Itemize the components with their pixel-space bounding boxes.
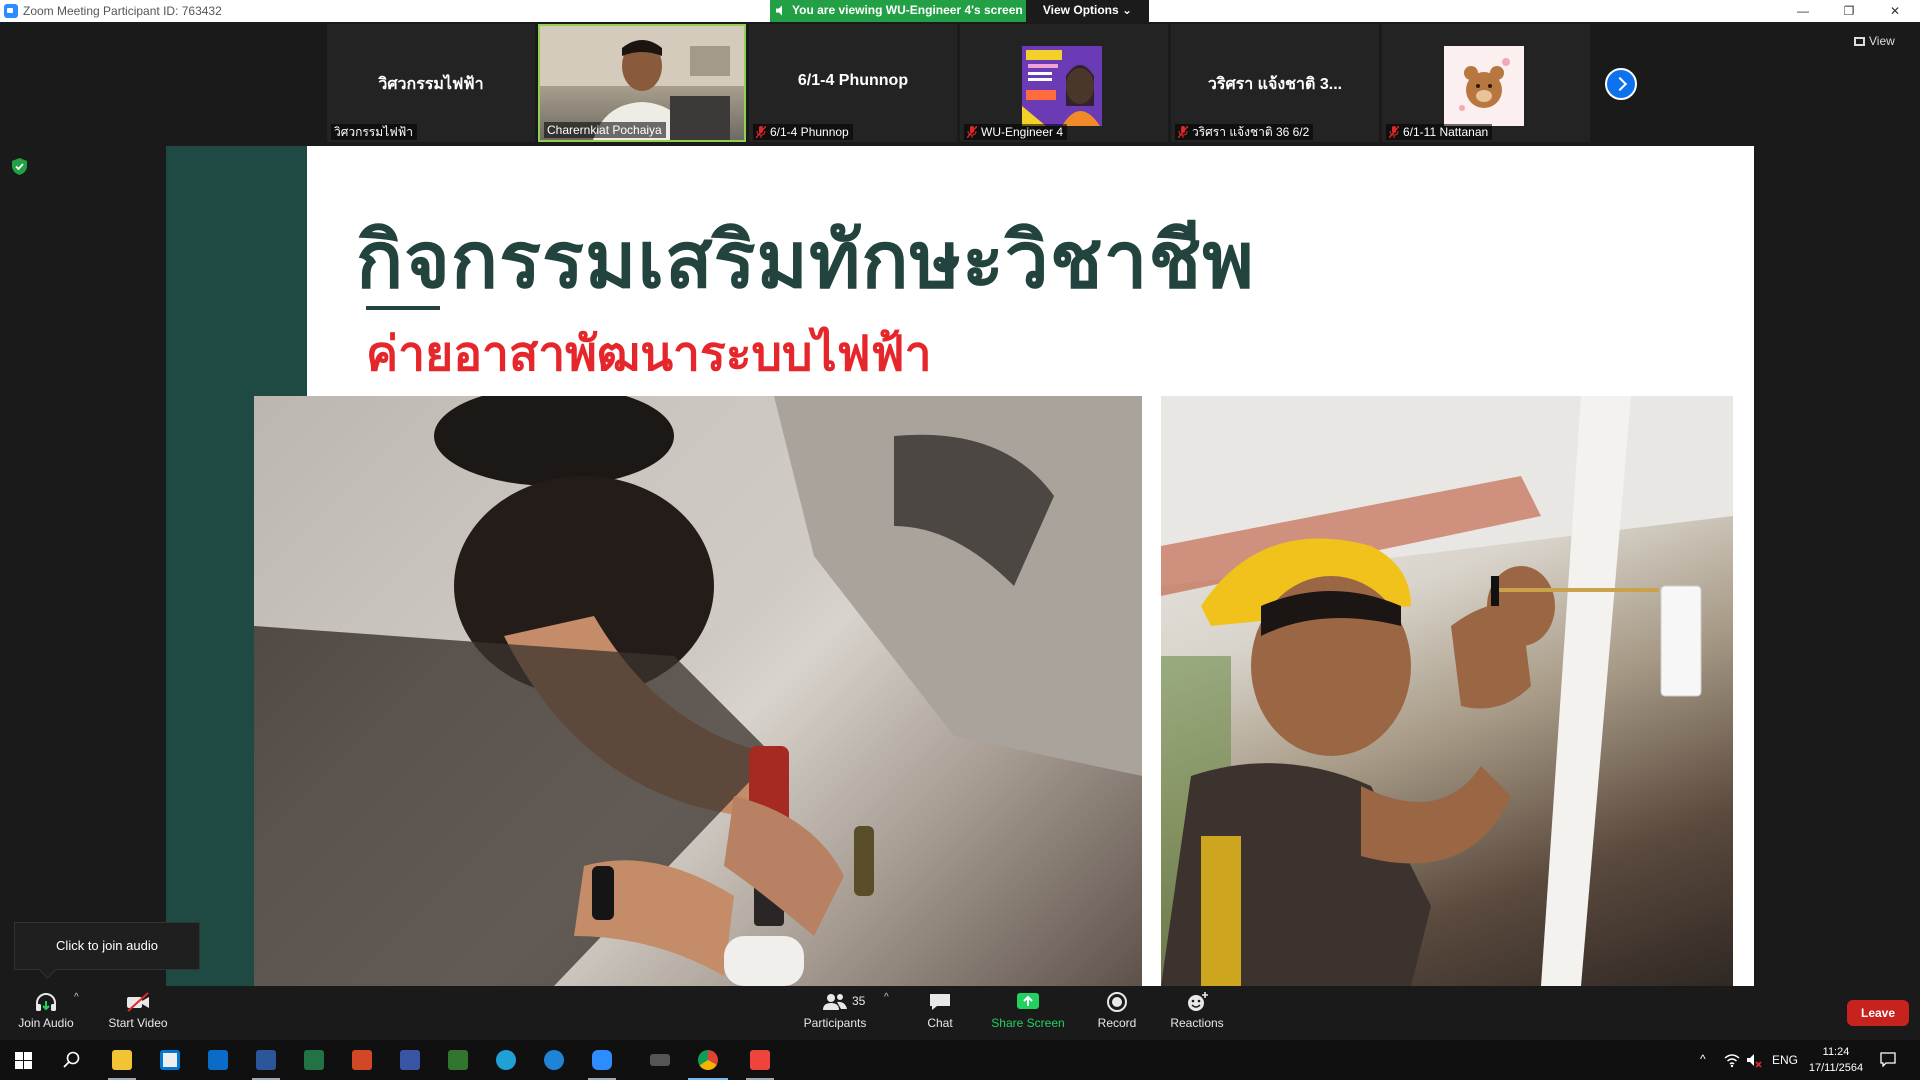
grid-icon <box>1854 37 1865 46</box>
viewing-banner-text: You are viewing WU-Engineer 4's screen <box>792 3 1023 17</box>
share-screen-button[interactable]: Share Screen <box>988 986 1068 1040</box>
edge-icon[interactable] <box>482 1040 530 1080</box>
join-audio-label: Join Audio <box>18 1016 74 1030</box>
mic-off-icon <box>1178 126 1188 138</box>
wifi-icon[interactable] <box>1724 1052 1740 1068</box>
participant-avatar <box>1444 46 1524 126</box>
mail-icon[interactable] <box>194 1040 242 1080</box>
record-button[interactable]: Record <box>1086 986 1148 1040</box>
participant-display-name: วริศรา แจ้งชาติ 3... <box>1207 76 1343 93</box>
caret-up-icon[interactable]: ^ <box>884 992 889 1003</box>
slide-subtitle: ค่ายอาสาพัฒนาระบบไฟฟ้า <box>366 328 932 381</box>
slide-photo-student-with-screwdriver <box>1161 396 1733 986</box>
participant-strip: วิศวกรรมไฟฟ้า วิศวกรรมไฟฟ้า Charernkiat … <box>0 22 1920 146</box>
join-audio-button[interactable]: Join Audio <box>10 986 82 1040</box>
participant-tile[interactable]: WU-Engineer 4 <box>960 24 1168 142</box>
slide-photo-students-drilling <box>254 396 1142 986</box>
title-bar: Zoom Meeting Participant ID: 763432 You … <box>0 0 1920 22</box>
participants-label: Participants <box>803 1016 867 1030</box>
close-button[interactable]: ✕ <box>1872 0 1918 22</box>
chat-label: Chat <box>927 1016 953 1030</box>
smiley-plus-icon <box>1188 992 1208 1011</box>
zoom-taskbar-icon[interactable] <box>578 1040 626 1080</box>
record-label: Record <box>1097 1016 1137 1030</box>
view-options-label: View Options <box>1042 3 1119 17</box>
mic-off-icon <box>967 126 977 138</box>
search-icon[interactable] <box>48 1040 96 1080</box>
shared-screen-slide: กิจกรรมเสริมทักษะวิชาชีพ ค่ายอาสาพัฒนาระ… <box>166 146 1754 986</box>
headphones-icon <box>36 993 56 1011</box>
viewing-banner: You are viewing WU-Engineer 4's screen <box>770 0 1026 22</box>
participant-label: WU-Engineer 4 <box>964 124 1068 140</box>
speaker-muted-icon[interactable] <box>1746 1052 1762 1068</box>
mic-off-icon <box>1389 126 1399 138</box>
participant-display-name: วิศวกรรมไฟฟ้า <box>378 76 484 93</box>
chevron-down-icon: ⌄ <box>1122 3 1133 17</box>
windows-taskbar: ^ ENG 11:24 17/11/2564 <box>0 1040 1920 1080</box>
participant-tile[interactable]: 6/1-4 Phunnop 6/1-4 Phunnop <box>749 24 957 142</box>
clock-date: 17/11/2564 <box>1808 1062 1864 1074</box>
video-off-icon <box>127 992 149 1012</box>
mic-off-icon <box>756 126 766 138</box>
restore-button[interactable]: ❐ <box>1826 0 1872 22</box>
participant-tile[interactable]: วิศวกรรมไฟฟ้า วิศวกรรมไฟฟ้า <box>327 24 535 142</box>
participant-label: 6/1-4 Phunnop <box>753 124 853 140</box>
reactions-label: Reactions <box>1170 1016 1224 1030</box>
start-video-button[interactable]: Start Video <box>100 986 176 1040</box>
chrome-icon[interactable] <box>684 1040 732 1080</box>
record-icon <box>1107 992 1127 1012</box>
view-button[interactable]: View <box>1854 34 1895 48</box>
word-icon[interactable] <box>242 1040 290 1080</box>
minimize-button[interactable]: — <box>1780 0 1826 22</box>
project-icon[interactable] <box>434 1040 482 1080</box>
participant-label: Charernkiat Pochaiya <box>544 122 666 138</box>
language-indicator[interactable]: ENG <box>1772 1053 1798 1067</box>
chat-button[interactable]: Chat <box>910 986 970 1040</box>
chat-icon <box>930 994 950 1010</box>
participant-tile[interactable]: วริศรา แจ้งชาติ 3... วริศรา แจ้งชาติ 36 … <box>1171 24 1379 142</box>
window-title: Zoom Meeting Participant ID: 763432 <box>23 4 222 18</box>
participant-label: วิศวกรรมไฟฟ้า <box>331 124 417 140</box>
participant-tile[interactable]: 6/1-11 Nattanan <box>1382 24 1590 142</box>
speaker-icon <box>776 5 782 16</box>
participant-display-name: 6/1-4 Phunnop <box>797 72 909 89</box>
share-screen-label: Share Screen <box>991 1016 1065 1030</box>
microsoft-store-icon[interactable] <box>146 1040 194 1080</box>
powerpoint-icon[interactable] <box>338 1040 386 1080</box>
leave-button[interactable]: Leave <box>1847 1000 1909 1026</box>
participant-label: วริศรา แจ้งชาติ 36 6/2 <box>1175 124 1314 140</box>
visio-icon[interactable] <box>386 1040 434 1080</box>
chevron-right-icon[interactable] <box>1605 68 1637 100</box>
join-audio-tooltip: Click to join audio <box>14 922 200 970</box>
share-screen-icon <box>1017 993 1039 1009</box>
windows-start-icon[interactable] <box>0 1040 48 1080</box>
internet-explorer-icon[interactable] <box>530 1040 578 1080</box>
participant-avatar <box>1022 46 1102 126</box>
view-options-button[interactable]: View Options ⌄ <box>1026 0 1149 22</box>
meeting-toolbar: Join Audio ^ Start Video Participants 35… <box>0 986 1920 1040</box>
game-icon[interactable] <box>636 1040 684 1080</box>
participants-count: 35 <box>852 994 866 1008</box>
file-explorer-icon[interactable] <box>98 1040 146 1080</box>
excel-icon[interactable] <box>290 1040 338 1080</box>
participants-icon <box>823 994 847 1010</box>
notifications-icon[interactable] <box>1880 1051 1896 1067</box>
chevron-up-icon[interactable]: ^ <box>1700 1052 1716 1068</box>
clock[interactable]: 11:24 17/11/2564 <box>1800 1044 1872 1076</box>
anydesk-icon[interactable] <box>736 1040 784 1080</box>
shield-check-icon[interactable] <box>12 158 27 175</box>
participant-tile-active-speaker[interactable]: Charernkiat Pochaiya <box>538 24 746 142</box>
slide-title: กิจกรรมเสริมทักษะวิชาชีพ <box>356 216 1255 304</box>
start-video-label: Start Video <box>108 1016 168 1030</box>
clock-time: 11:24 <box>1822 1046 1850 1058</box>
reactions-button[interactable]: Reactions <box>1164 986 1230 1040</box>
caret-up-icon[interactable]: ^ <box>74 992 79 1003</box>
slide-title-underline <box>366 306 440 310</box>
zoom-icon <box>4 4 18 18</box>
participant-label: 6/1-11 Nattanan <box>1386 124 1493 140</box>
